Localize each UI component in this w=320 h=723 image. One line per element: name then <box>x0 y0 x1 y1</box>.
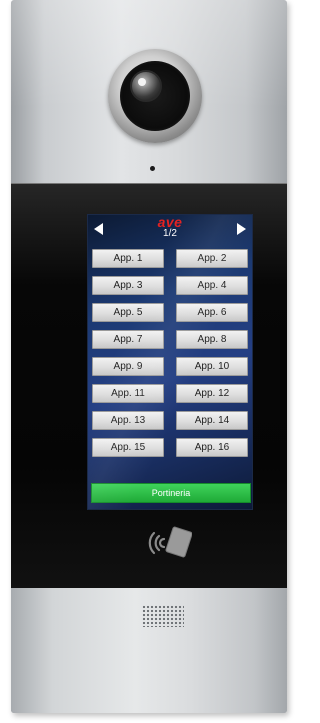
apartment-button-15[interactable]: App. 15 <box>92 438 164 457</box>
apartment-button-13[interactable]: App. 13 <box>92 411 164 430</box>
screen-header: ave 1/2 <box>88 215 252 243</box>
page-indicator: 1/2 <box>163 228 177 239</box>
intercom-panel: ave 1/2 App. 1 App. 2 App. 3 App. 4 App.… <box>11 0 287 713</box>
apartment-button-8[interactable]: App. 8 <box>176 330 248 349</box>
apartment-button-4[interactable]: App. 4 <box>176 276 248 295</box>
touch-screen: ave 1/2 App. 1 App. 2 App. 3 App. 4 App.… <box>87 214 253 510</box>
apartment-button-2[interactable]: App. 2 <box>176 249 248 268</box>
apartment-button-11[interactable]: App. 11 <box>92 384 164 403</box>
apartment-button-12[interactable]: App. 12 <box>176 384 248 403</box>
apartment-button-9[interactable]: App. 9 <box>92 357 164 376</box>
apartment-button-16[interactable]: App. 16 <box>176 438 248 457</box>
apartment-button-6[interactable]: App. 6 <box>176 303 248 322</box>
apartment-button-1[interactable]: App. 1 <box>92 249 164 268</box>
speaker-grille-icon <box>142 605 184 627</box>
microphone-icon <box>150 166 155 171</box>
arrow-right-icon[interactable] <box>237 223 246 235</box>
nfc-reader-icon <box>148 526 192 558</box>
camera-lens <box>130 70 162 102</box>
portineria-button[interactable]: Portineria <box>91 483 251 503</box>
apartment-button-5[interactable]: App. 5 <box>92 303 164 322</box>
apartment-button-3[interactable]: App. 3 <box>92 276 164 295</box>
camera-icon <box>108 49 202 143</box>
apartment-button-14[interactable]: App. 14 <box>176 411 248 430</box>
apartment-button-10[interactable]: App. 10 <box>176 357 248 376</box>
apartment-button-7[interactable]: App. 7 <box>92 330 164 349</box>
camera-glint <box>138 78 146 86</box>
